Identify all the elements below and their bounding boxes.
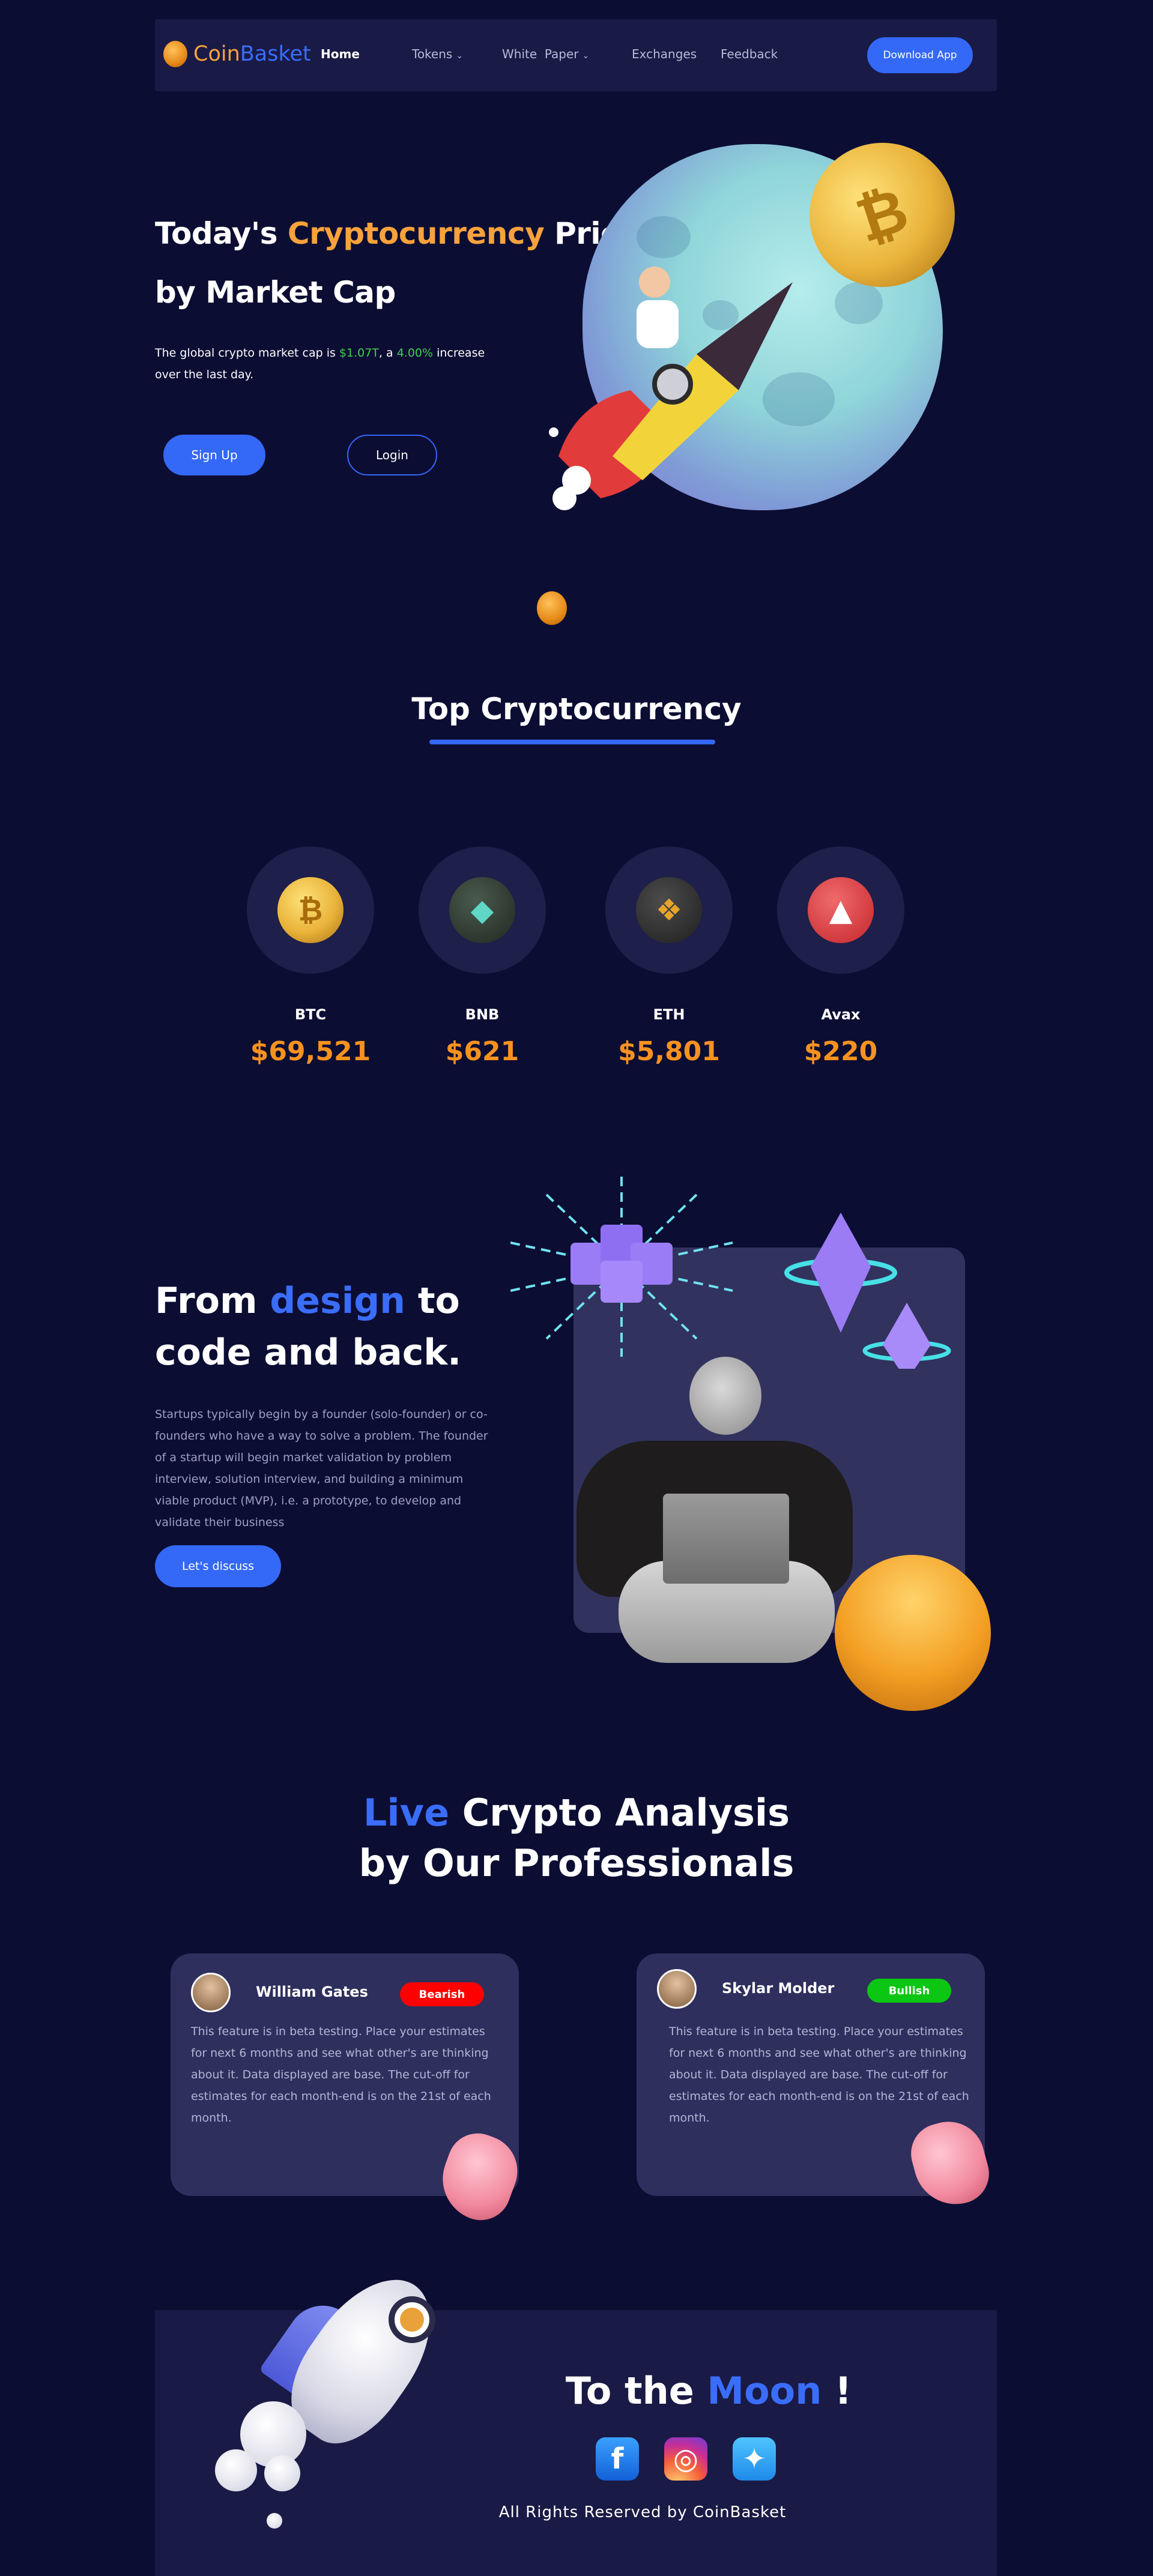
footer-title-pre: To the <box>565 2369 707 2413</box>
coin-logo-icon <box>163 41 187 67</box>
analyst-name: Skylar Molder <box>722 1980 835 1997</box>
login-button[interactable]: Login <box>347 435 437 475</box>
design-title-line2: code and back. <box>155 1332 462 1374</box>
eth-icon: ❖ <box>636 877 702 943</box>
signup-button[interactable]: Sign Up <box>163 435 265 475</box>
hero-title-highlight: Cryptocurrency <box>287 216 545 251</box>
brand-name-part1: Coin <box>193 42 240 66</box>
coin-price: $5,801 <box>618 1036 720 1067</box>
design-description: Startups typically begin by a founder (s… <box>155 1408 488 1529</box>
footer-title: To the Moon ! <box>0 2369 1153 2413</box>
live-title-highlight: Live <box>363 1791 450 1835</box>
coin-name: BTC <box>294 1006 327 1023</box>
nav-feedback[interactable]: Feedback <box>721 47 778 61</box>
nav-home[interactable]: Home <box>321 47 360 61</box>
instagram-icon[interactable]: ◎ <box>664 2437 707 2481</box>
coin-card-btc[interactable]: ₿ <box>247 846 374 974</box>
nav-exchanges[interactable]: Exchanges <box>632 47 697 61</box>
coin-card-avax[interactable]: ▲ <box>777 846 904 974</box>
market-cap-value: $1.07T <box>339 346 379 360</box>
laptop-icon <box>663 1494 789 1584</box>
nav-tokens-label: Tokens <box>412 47 453 61</box>
nav-white-paper-label: White Paper <box>502 47 579 61</box>
coin-card-bnb[interactable]: ◆ <box>419 846 546 974</box>
facebook-icon[interactable]: f <box>596 2437 639 2481</box>
hero-description: The global crypto market cap is $1.07T, … <box>155 342 497 385</box>
download-app-button[interactable]: Download App <box>867 37 973 73</box>
nav-tokens[interactable]: Tokens ⌄ <box>412 47 463 61</box>
person-head-illustration <box>689 1357 761 1435</box>
status-badge-bullish: Bullish <box>867 1979 951 2003</box>
status-badge-bearish: Bearish <box>400 1982 484 2006</box>
coin-price: $69,521 <box>250 1036 371 1067</box>
bitcoin-icon: ₿ <box>277 877 343 943</box>
design-title-post: to <box>405 1280 460 1322</box>
coin-name: BNB <box>465 1006 500 1023</box>
top-crypto-title: Top Cryptocurrency <box>411 692 742 726</box>
title-underline <box>429 740 715 744</box>
smoke-cloud <box>264 2455 300 2491</box>
coin-name: ETH <box>653 1006 685 1023</box>
live-title-line2: by Our Professionals <box>359 1841 794 1885</box>
avax-icon: ▲ <box>808 877 874 943</box>
avatar <box>657 1969 697 2009</box>
brand-name-part2: Basket <box>240 42 311 66</box>
rocket-rider-illustration <box>549 267 793 510</box>
lets-discuss-button[interactable]: Let's discuss <box>155 1545 281 1587</box>
design-title: From design to code and back. <box>155 1275 461 1378</box>
coin-price: $220 <box>803 1036 878 1067</box>
chevron-down-icon: ⌄ <box>456 51 464 61</box>
rocket-window-illustration <box>389 2296 435 2343</box>
analyst-card-text: This feature is in beta testing. Place y… <box>669 2025 969 2125</box>
live-analysis-title: Live Crypto Analysis by Our Professional… <box>0 1788 1153 1889</box>
hero-title-prefix: Today's <box>155 216 288 251</box>
nav-white-paper[interactable]: White Paper ⌄ <box>502 47 589 61</box>
coin-name: Avax <box>821 1006 861 1023</box>
coin-price: $621 <box>445 1036 519 1067</box>
copyright-text: All Rights Reserved by CoinBasket <box>498 2503 787 2521</box>
smoke-cloud <box>215 2449 257 2491</box>
footer-title-post: ! <box>822 2369 852 2413</box>
blockchain-cubes-illustration <box>510 1177 951 1369</box>
analyst-card-text: This feature is in beta testing. Place y… <box>191 2025 491 2125</box>
brand-logo[interactable]: CoinBasket <box>163 41 311 67</box>
twitter-icon[interactable]: ✦ <box>733 2437 776 2481</box>
live-title-post: Crypto Analysis <box>449 1791 790 1835</box>
chevron-down-icon: ⌄ <box>582 51 590 61</box>
coin-card-eth[interactable]: ❖ <box>605 846 733 974</box>
analyst-name: William Gates <box>256 1983 368 2000</box>
coin-illustration <box>835 1555 991 1711</box>
small-coin-icon <box>537 591 567 625</box>
footer-title-highlight: Moon <box>707 2369 822 2413</box>
hero-desc-mid: , a <box>378 346 397 360</box>
design-title-highlight: design <box>270 1280 405 1322</box>
market-change-value: 4.00% <box>396 346 434 360</box>
avatar <box>191 1973 231 2012</box>
bnb-icon: ◆ <box>449 877 515 943</box>
hero-desc-pre: The global crypto market cap is <box>155 346 339 360</box>
design-title-pre: From <box>155 1280 270 1322</box>
